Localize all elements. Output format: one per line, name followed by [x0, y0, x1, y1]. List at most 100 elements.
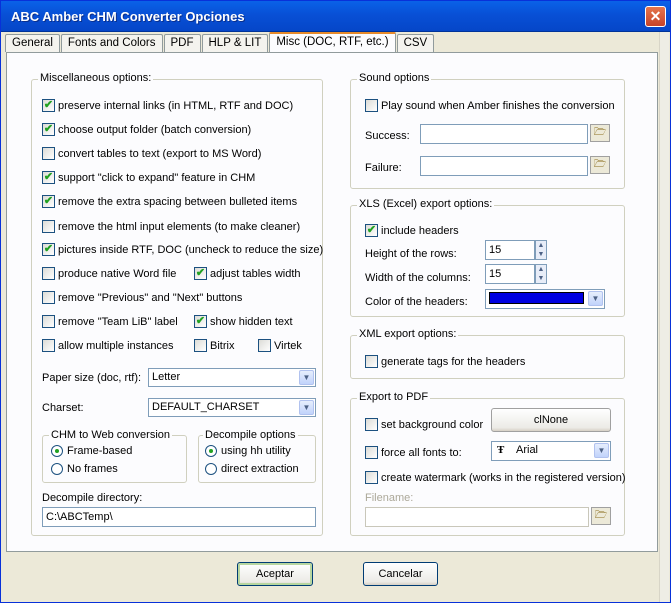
checkbox[interactable] — [42, 315, 55, 328]
prev-next-option[interactable]: remove "Previous" and "Next" buttons — [42, 291, 242, 304]
failure-label: Failure: — [365, 162, 402, 174]
title-bar[interactable]: ABC Amber CHM Converter Opciones ✕ — [1, 1, 670, 32]
tab-pdf[interactable]: PDF — [163, 34, 201, 52]
header-color-select[interactable]: ▼ — [485, 289, 605, 309]
adjust-tables-option[interactable]: ✔ adjust tables width — [194, 267, 301, 280]
arrow-up-icon[interactable]: ▲ — [536, 241, 546, 250]
chevron-down-icon[interactable]: ▼ — [588, 291, 603, 306]
window-title: ABC Amber CHM Converter Opciones — [11, 9, 245, 24]
no-frames-radio[interactable]: No frames — [51, 463, 118, 475]
checkbox[interactable] — [365, 418, 378, 431]
multiple-instances-option[interactable]: allow multiple instances — [42, 339, 174, 352]
virtek-option[interactable]: Virtek — [258, 339, 302, 352]
chevron-down-icon[interactable]: ▼ — [299, 370, 314, 385]
option-label: force all fonts to: — [381, 446, 462, 459]
play-sound-option[interactable]: Play sound when Amber finishes the conve… — [365, 99, 615, 112]
checkbox[interactable] — [42, 291, 55, 304]
tab-general[interactable]: General — [5, 34, 60, 52]
close-button[interactable]: ✕ — [645, 6, 666, 27]
col-width-label: Width of the columns: — [365, 272, 471, 284]
radio[interactable] — [205, 445, 217, 457]
radio[interactable] — [205, 463, 217, 475]
checkbox[interactable]: ✔ — [194, 315, 207, 328]
hidden-text-option[interactable]: ✔ show hidden text — [194, 315, 293, 328]
charset-select[interactable]: DEFAULT_CHARSET ▼ — [148, 398, 316, 417]
tab-fonts-and-colors[interactable]: Fonts and Colors — [60, 34, 163, 52]
watermark-option[interactable]: create watermark (works in the registere… — [365, 471, 626, 484]
bg-color-option[interactable]: set background color — [365, 418, 483, 431]
checkbox[interactable] — [365, 355, 378, 368]
xml-options-group: XML export options: generate tags for th… — [350, 328, 625, 379]
col-width-spinner[interactable]: ▲ ▼ — [535, 264, 547, 284]
col-width-input[interactable]: 15 — [485, 264, 535, 284]
tab-hlp-lit[interactable]: HLP & LIT — [201, 34, 269, 52]
checkbox[interactable] — [365, 99, 378, 112]
arrow-up-icon[interactable]: ▲ — [536, 265, 546, 274]
native-word-option[interactable]: produce native Word file — [42, 267, 176, 280]
tables-to-text-option[interactable]: convert tables to text (export to MS Wor… — [42, 147, 261, 160]
arrow-down-icon[interactable]: ▼ — [536, 274, 546, 283]
failure-input[interactable] — [420, 156, 588, 176]
frame-based-radio[interactable]: Frame-based — [51, 445, 132, 457]
checkbox[interactable] — [42, 147, 55, 160]
bitrix-option[interactable]: Bitrix — [194, 339, 234, 352]
row-height-input[interactable]: 15 — [485, 240, 535, 260]
radio-label: No frames — [67, 463, 118, 475]
tab-csv[interactable]: CSV — [396, 34, 435, 52]
arrow-down-icon[interactable]: ▼ — [536, 250, 546, 259]
checkbox[interactable] — [194, 339, 207, 352]
checkbox[interactable] — [42, 267, 55, 280]
option-label: set background color — [381, 418, 484, 431]
input-elements-option[interactable]: remove the html input elements (to make … — [42, 220, 300, 233]
folder-icon[interactable]: 🗁 — [591, 507, 611, 525]
paper-size-select[interactable]: Letter ▼ — [148, 368, 316, 387]
cancel-button[interactable]: Cancelar — [363, 562, 438, 586]
checkbox[interactable]: ✔ — [42, 99, 55, 112]
team-lib-option[interactable]: remove "Team LiB" label — [42, 315, 178, 328]
truetype-font-icon: Ŧ — [497, 444, 505, 456]
radio[interactable] — [51, 445, 63, 457]
chevron-down-icon[interactable]: ▼ — [299, 400, 314, 415]
header-color-label: Color of the headers: — [365, 296, 468, 308]
chm-web-title: CHM to Web conversion — [49, 429, 173, 441]
tab-misc[interactable]: Misc (DOC, RTF, etc.) — [269, 32, 396, 52]
xls-options-title: XLS (Excel) export options: — [357, 198, 495, 210]
checkbox[interactable] — [42, 339, 55, 352]
checkbox[interactable] — [258, 339, 271, 352]
checkbox[interactable] — [365, 471, 378, 484]
checkbox[interactable]: ✔ — [42, 171, 55, 184]
preserve-links-option[interactable]: ✔ preserve internal links (in HTML, RTF … — [42, 99, 293, 112]
force-fonts-option[interactable]: force all fonts to: — [365, 446, 462, 459]
success-input[interactable] — [420, 124, 588, 144]
direct-extraction-radio[interactable]: direct extraction — [205, 463, 299, 475]
option-label: Play sound when Amber finishes the conve… — [381, 99, 615, 112]
checkbox[interactable] — [42, 220, 55, 233]
option-label: show hidden text — [210, 315, 293, 328]
scrollbar[interactable] — [659, 32, 669, 602]
checkbox[interactable]: ✔ — [365, 224, 378, 237]
click-to-expand-option[interactable]: ✔ support "click to expand" feature in C… — [42, 171, 255, 184]
checkbox[interactable]: ✔ — [42, 243, 55, 256]
option-label: adjust tables width — [210, 267, 301, 280]
generate-tags-option[interactable]: generate tags for the headers — [365, 355, 525, 368]
checkbox[interactable] — [365, 446, 378, 459]
font-select[interactable]: Ŧ Arial ▼ — [491, 441, 611, 461]
folder-icon[interactable]: 🗁 — [590, 156, 610, 174]
bg-color-button[interactable]: clNone — [491, 408, 611, 432]
checkbox[interactable]: ✔ — [42, 195, 55, 208]
decompile-dir-input[interactable]: C:\ABCTemp\ — [42, 507, 316, 527]
ok-button[interactable]: Aceptar — [237, 562, 313, 586]
chevron-down-icon[interactable]: ▼ — [594, 443, 609, 458]
extra-spacing-option[interactable]: ✔ remove the extra spacing between bulle… — [42, 195, 297, 208]
include-headers-option[interactable]: ✔ include headers — [365, 224, 459, 237]
radio[interactable] — [51, 463, 63, 475]
checkbox[interactable]: ✔ — [194, 267, 207, 280]
folder-icon[interactable]: 🗁 — [590, 124, 610, 142]
hh-utility-radio[interactable]: using hh utility — [205, 445, 291, 457]
checkbox[interactable]: ✔ — [42, 123, 55, 136]
paper-size-label: Paper size (doc, rtf): — [42, 372, 142, 384]
pictures-rtf-option[interactable]: ✔ pictures inside RTF, DOC (uncheck to r… — [42, 243, 323, 256]
output-folder-option[interactable]: ✔ choose output folder (batch conversion… — [42, 123, 251, 136]
filename-input[interactable] — [365, 507, 589, 527]
row-height-spinner[interactable]: ▲ ▼ — [535, 240, 547, 260]
